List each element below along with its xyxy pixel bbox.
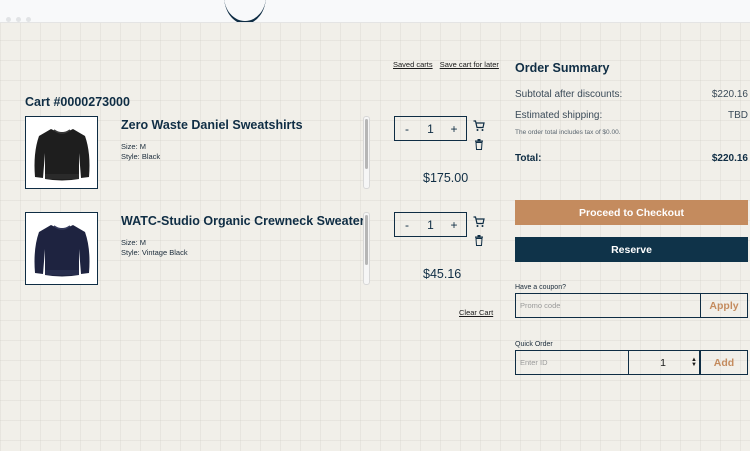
sweater-navy-image <box>34 224 89 276</box>
cart-icon[interactable] <box>473 216 485 228</box>
increase-quantity-button[interactable]: + <box>442 218 466 232</box>
cart-links: Saved carts Save cart for later <box>393 60 504 69</box>
product-image[interactable] <box>25 212 98 285</box>
total-value: $220.16 <box>711 153 748 164</box>
product-price: $175.00 <box>423 171 469 185</box>
description-scrollbar[interactable] <box>363 212 370 285</box>
coupon-label: Have a coupon? <box>515 284 566 291</box>
cart-item: Zero Waste Daniel Sweatshirts Size: M St… <box>25 116 495 192</box>
quantity-value[interactable]: 1 <box>419 218 442 232</box>
description-scrollbar[interactable] <box>363 116 370 189</box>
saved-carts-link[interactable]: Saved carts <box>393 60 433 69</box>
quantity-value[interactable]: 1 <box>419 122 442 136</box>
quick-order-quantity-select[interactable]: 1 ▲ ▼ <box>628 350 700 375</box>
top-bar-placeholder <box>6 9 46 22</box>
subtotal-row: Subtotal after discounts: $220.16 <box>515 89 748 100</box>
logo[interactable] <box>224 0 266 22</box>
quick-order-quantity-value: 1 <box>660 356 666 369</box>
cart-icon[interactable] <box>473 120 485 132</box>
shipping-value: TBD <box>728 110 748 121</box>
subtotal-value: $220.16 <box>711 89 748 100</box>
decrease-quantity-button[interactable]: - <box>395 218 419 232</box>
product-name[interactable]: WATC-Studio Organic Crewneck Sweater <box>121 214 365 228</box>
tax-note: The order total includes tax of $0.00. <box>515 129 621 136</box>
increase-quantity-button[interactable]: + <box>442 122 466 136</box>
product-style: Style: Black <box>121 152 161 161</box>
product-size: Size: M <box>121 142 147 151</box>
proceed-to-checkout-button[interactable]: Proceed to Checkout <box>515 200 748 225</box>
product-size: Size: M <box>121 238 147 247</box>
promo-code-input[interactable] <box>515 293 701 318</box>
trash-icon[interactable] <box>474 235 484 246</box>
save-cart-for-later-link[interactable]: Save cart for later <box>440 60 499 69</box>
trash-icon[interactable] <box>474 139 484 150</box>
order-summary-title: Order Summary <box>515 61 610 75</box>
shipping-row: Estimated shipping: TBD <box>515 110 748 121</box>
reserve-button[interactable]: Reserve <box>515 237 748 262</box>
total-label: Total: <box>515 153 542 164</box>
quantity-stepper: - 1 + <box>394 116 467 141</box>
quantity-stepper: - 1 + <box>394 212 467 237</box>
product-name[interactable]: Zero Waste Daniel Sweatshirts <box>121 118 303 132</box>
apply-coupon-button[interactable]: Apply <box>700 293 748 318</box>
cart-item: WATC-Studio Organic Crewneck Sweater Siz… <box>25 212 495 288</box>
spinner-arrows-icon[interactable]: ▲ ▼ <box>689 357 699 368</box>
quick-order-label: Quick Order <box>515 341 553 348</box>
product-image[interactable] <box>25 116 98 189</box>
subtotal-label: Subtotal after discounts: <box>515 89 623 100</box>
cart-title: Cart #0000273000 <box>25 95 130 109</box>
clear-cart-link[interactable]: Clear Cart <box>459 308 493 317</box>
order-summary: Order Summary Subtotal after discounts: … <box>515 0 748 451</box>
product-price: $45.16 <box>423 267 462 281</box>
decrease-quantity-button[interactable]: - <box>395 122 419 136</box>
quick-order-id-input[interactable] <box>515 350 629 375</box>
sweatshirt-black-image <box>34 128 89 180</box>
product-style: Style: Vintage Black <box>121 248 188 257</box>
total-row: Total: $220.16 <box>515 153 748 164</box>
shipping-label: Estimated shipping: <box>515 110 603 121</box>
quick-order-add-button[interactable]: Add <box>700 350 748 375</box>
